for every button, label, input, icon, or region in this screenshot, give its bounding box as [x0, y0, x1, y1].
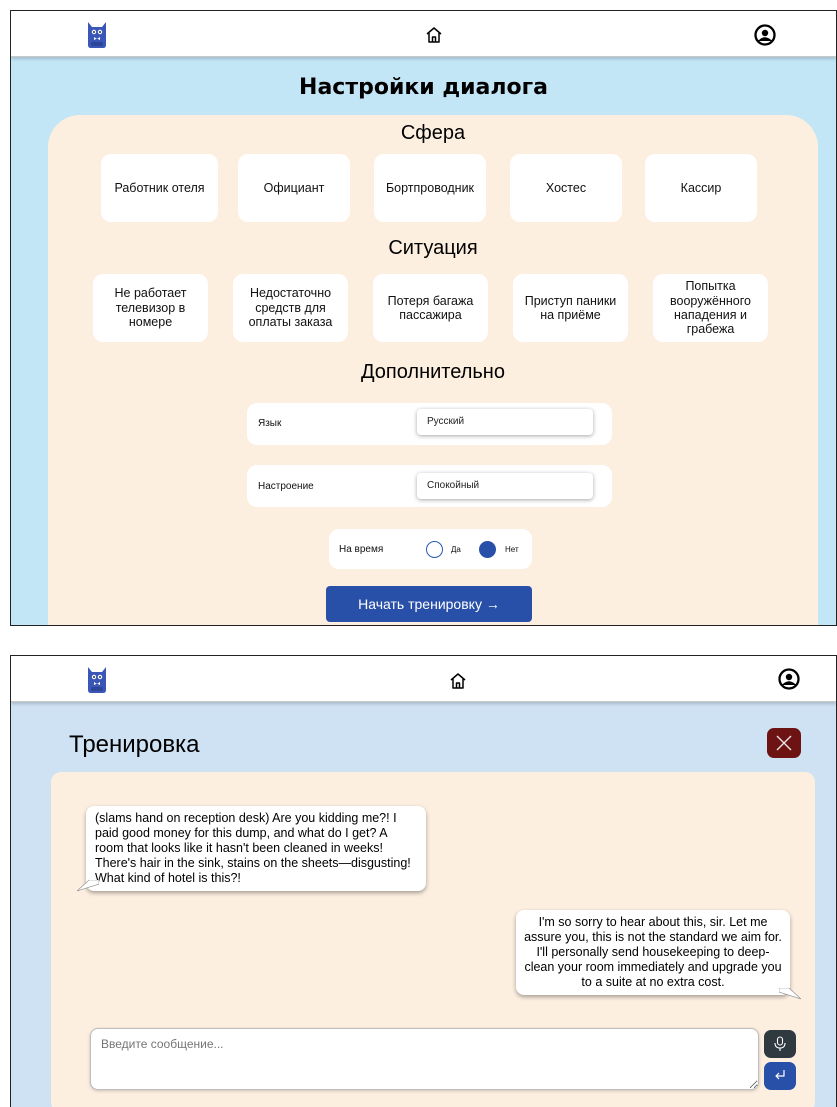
language-row: Язык Русский: [247, 403, 612, 445]
top-navbar: [11, 11, 836, 57]
situation-option-armed-robbery[interactable]: Попытка вооружённого нападения и грабежа: [653, 274, 768, 342]
language-select[interactable]: Русский: [417, 409, 593, 435]
user-message-tail: [779, 988, 801, 1000]
training-screen: Тренировка (slams hand on reception desk…: [10, 655, 837, 1107]
timed-yes-label: Да: [451, 545, 461, 554]
timed-row: На время Да Нет: [329, 529, 532, 569]
mood-label: Настроение: [258, 481, 314, 492]
sphere-option-cashier[interactable]: Кассир: [645, 154, 757, 222]
page-title: Тренировка: [69, 731, 200, 758]
additional-heading: Дополнительно: [361, 361, 505, 383]
user-message: I'm so sorry to hear about this, sir. Le…: [516, 910, 790, 995]
close-button[interactable]: [767, 728, 801, 758]
timed-label: На время: [339, 544, 384, 555]
user-icon[interactable]: [778, 668, 800, 690]
settings-panel: Сфера Работник отеля Официант Бортпровод…: [48, 115, 818, 625]
home-icon[interactable]: [448, 671, 468, 691]
situation-heading: Ситуация: [388, 237, 478, 259]
top-navbar: [11, 656, 836, 702]
message-input[interactable]: [90, 1028, 759, 1090]
mascot-icon[interactable]: [85, 664, 109, 694]
sphere-heading: Сфера: [400, 122, 466, 144]
timed-no-radio[interactable]: [479, 541, 496, 558]
bot-message: (slams hand on reception desk) Are you k…: [86, 806, 426, 891]
sphere-option-waiter[interactable]: Официант: [238, 154, 350, 222]
sphere-option-hotel-worker[interactable]: Работник отеля: [101, 154, 218, 222]
situation-option-broken-tv[interactable]: Не работает телевизор в номере: [93, 274, 208, 342]
page-title: Настройки диалога: [299, 75, 548, 100]
situation-option-lost-luggage[interactable]: Потеря багажа пассажира: [373, 274, 488, 342]
mascot-icon[interactable]: [85, 19, 109, 49]
chat-panel: (slams hand on reception desk) Are you k…: [51, 772, 815, 1107]
sphere-option-flight-attendant[interactable]: Бортпроводник: [374, 154, 486, 222]
situation-option-panic-attack[interactable]: Приступ паники на приёме: [513, 274, 628, 342]
send-icon: [775, 1070, 785, 1080]
user-icon[interactable]: [754, 24, 776, 46]
dialog-settings-screen: Настройки диалога Сфера Работник отеля О…: [10, 10, 837, 626]
bot-message-tail: [77, 880, 99, 892]
mic-button[interactable]: [764, 1030, 796, 1058]
situation-option-insufficient-funds[interactable]: Недостаточно средств для оплаты заказа: [233, 274, 348, 342]
start-training-button[interactable]: Начать тренировку →: [326, 586, 532, 622]
close-icon: [776, 735, 792, 751]
timed-yes-radio[interactable]: [426, 541, 443, 558]
timed-no-label: Нет: [505, 545, 519, 554]
home-icon[interactable]: [424, 25, 444, 45]
mood-row: Настроение Спокойный: [247, 465, 612, 507]
send-button[interactable]: [764, 1062, 796, 1090]
language-label: Язык: [258, 418, 282, 429]
mic-icon: [774, 1036, 786, 1051]
mood-select[interactable]: Спокойный: [417, 473, 593, 499]
sphere-option-hostess[interactable]: Хостес: [510, 154, 622, 222]
